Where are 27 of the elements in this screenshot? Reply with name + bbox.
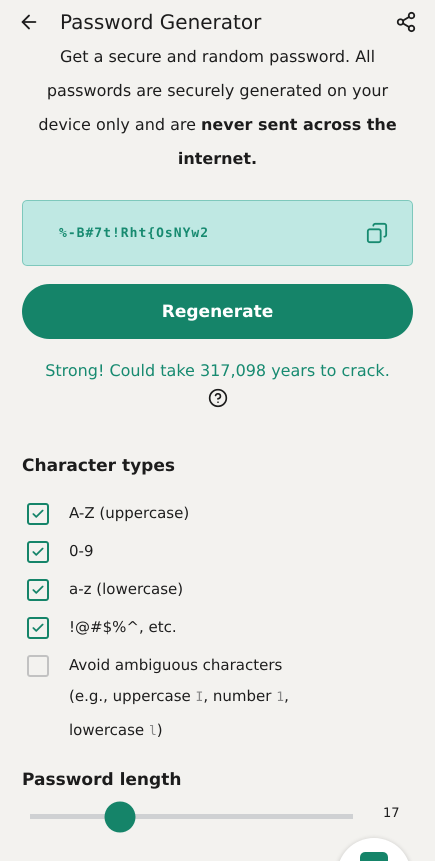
length-value: 17 xyxy=(383,806,401,821)
share-icon[interactable] xyxy=(395,11,417,33)
option-label: 0-9 xyxy=(69,542,94,560)
help-icon[interactable] xyxy=(208,388,228,408)
option-description: (e.g., uppercase I, number 1, lowercase l) xyxy=(69,686,290,741)
section-title: Character types xyxy=(22,456,176,476)
option-label: A-Z (uppercase) xyxy=(69,504,190,522)
strength-text: Strong! Could take 317,098 years to crack. xyxy=(44,361,391,380)
regenerate-button[interactable]: Regenerate xyxy=(22,284,413,339)
password-field[interactable]: %-B#7t!Rht{OsNYw2 xyxy=(57,224,366,242)
option-label: a-z (lowercase) xyxy=(69,580,184,598)
page-title: Password Generator xyxy=(60,10,262,34)
option-label: Avoid ambiguous characters xyxy=(69,656,282,674)
copy-icon[interactable] xyxy=(366,222,388,244)
slider-thumb[interactable] xyxy=(104,801,136,832)
checkbox[interactable] xyxy=(27,503,49,525)
check-icon xyxy=(31,507,45,521)
checkbox[interactable] xyxy=(27,617,49,639)
checkbox[interactable] xyxy=(27,655,49,677)
check-icon xyxy=(31,621,45,635)
section-title: Password length xyxy=(22,770,182,790)
checkbox[interactable] xyxy=(27,579,49,601)
option-label: !@#$%^, etc. xyxy=(69,618,177,636)
intro-text: Get a secure and random password. All passwords are securely generated on your device only and are never sent across the internet. xyxy=(37,46,398,170)
check-icon xyxy=(31,545,45,559)
check-icon xyxy=(31,583,45,597)
checkbox[interactable] xyxy=(27,541,49,563)
